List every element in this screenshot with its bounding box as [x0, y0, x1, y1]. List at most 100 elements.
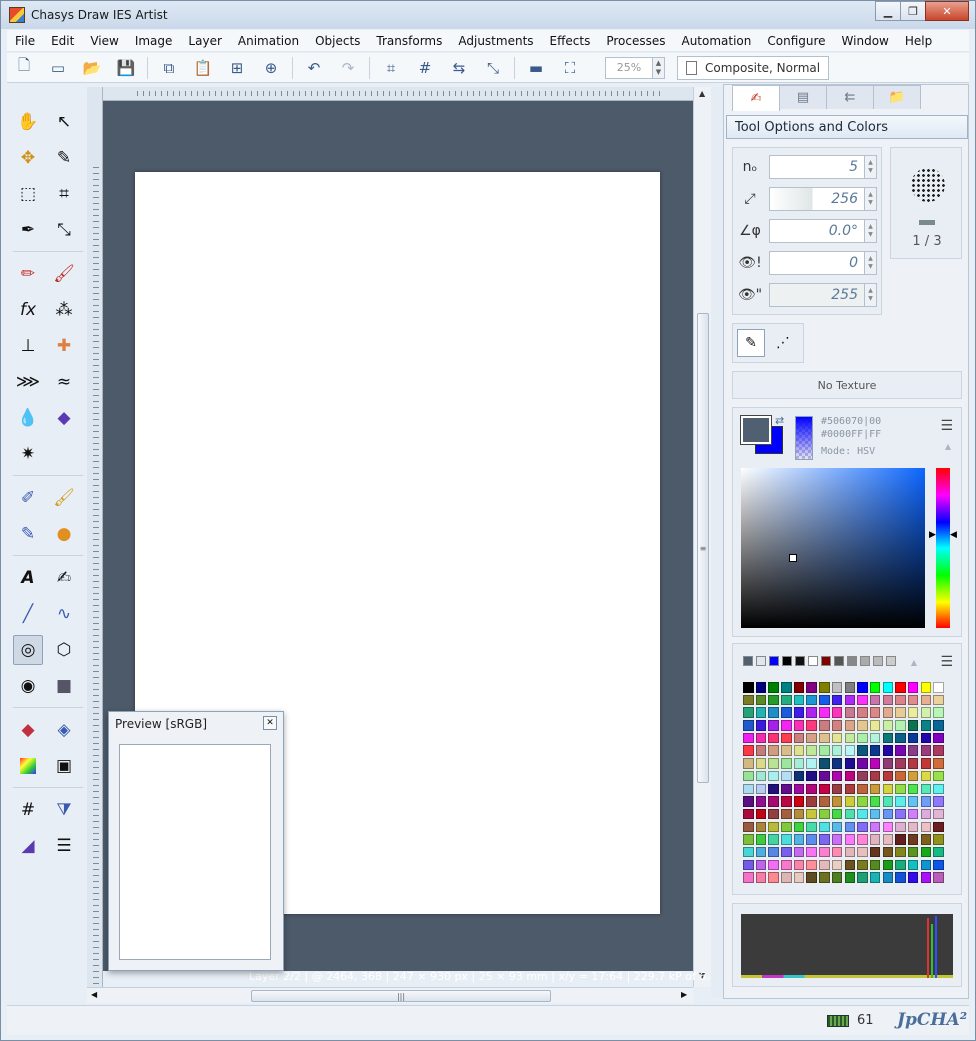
- primary-color-swatch[interactable]: [740, 415, 772, 445]
- palette-swatch[interactable]: [755, 682, 767, 693]
- palette-swatch[interactable]: [819, 720, 830, 731]
- palette-swatch[interactable]: [933, 859, 944, 871]
- palette-swatch[interactable]: [920, 808, 932, 820]
- palette-swatch[interactable]: [933, 682, 944, 693]
- palette-swatch[interactable]: [844, 745, 855, 756]
- palette-swatch[interactable]: [831, 682, 843, 693]
- palette-swatch[interactable]: [743, 808, 754, 820]
- palette-swatch[interactable]: [907, 694, 919, 706]
- zoom-spinner[interactable]: ▲ ▼: [653, 56, 665, 79]
- palette-swatch[interactable]: [920, 707, 932, 718]
- palette-swatch[interactable]: [781, 682, 792, 693]
- palette-swatch[interactable]: [933, 745, 944, 756]
- palette-swatch[interactable]: [755, 770, 767, 782]
- palette-swatch[interactable]: [806, 707, 817, 718]
- palette-swatch[interactable]: [869, 796, 881, 807]
- palette-swatch[interactable]: [793, 834, 805, 845]
- palette-swatch[interactable]: [743, 694, 754, 706]
- palette-swatch[interactable]: [819, 808, 830, 820]
- color-menu-icon[interactable]: ☰: [940, 418, 953, 434]
- palette-swatch[interactable]: [768, 859, 779, 871]
- palette-swatch[interactable]: [768, 872, 779, 883]
- palette-swatch[interactable]: [831, 707, 843, 718]
- scatter-tool-icon[interactable]: ⁂: [49, 295, 79, 325]
- palette-swatch[interactable]: [768, 694, 779, 706]
- curve-tool-icon[interactable]: ∿: [49, 599, 79, 629]
- horizontal-scroll-thumb[interactable]: |||: [251, 990, 551, 1002]
- palette-swatch[interactable]: [831, 720, 843, 731]
- palette-swatch[interactable]: [768, 770, 779, 782]
- drop-tool-icon[interactable]: 💧: [13, 403, 43, 433]
- pen-tool-icon[interactable]: ✎: [13, 519, 43, 549]
- palette-swatch[interactable]: [907, 821, 919, 833]
- palette-swatch[interactable]: [806, 796, 817, 807]
- palette-swatch[interactable]: [768, 758, 779, 769]
- tab-layers[interactable]: ▤: [779, 85, 827, 109]
- paste-new-image-icon[interactable]: ⊕: [260, 57, 282, 79]
- saturation-value-square[interactable]: [741, 468, 925, 628]
- menu-configure[interactable]: Configure: [759, 34, 833, 48]
- opacity-max-field[interactable]: 255: [769, 283, 865, 307]
- minimize-button[interactable]: ▁: [875, 1, 901, 21]
- palette-swatch[interactable]: [882, 846, 894, 858]
- palette-swatch[interactable]: [920, 732, 932, 744]
- perspective-tool-icon[interactable]: ⧩: [49, 795, 79, 825]
- new-document-icon[interactable]: 🗋: [13, 56, 35, 79]
- pencil-tool-icon[interactable]: ✏: [13, 259, 43, 289]
- palette-swatch[interactable]: [819, 732, 830, 744]
- palette-swatch[interactable]: [755, 808, 767, 820]
- palette-swatch[interactable]: [781, 846, 792, 858]
- menu-automation[interactable]: Automation: [673, 34, 759, 48]
- palette-swatch[interactable]: [743, 720, 754, 731]
- recent-color-swatch[interactable]: [873, 656, 883, 666]
- palette-swatch[interactable]: [781, 859, 792, 871]
- crop-tool-icon[interactable]: ⌗: [49, 179, 79, 209]
- hue-slider[interactable]: [936, 468, 950, 628]
- palette-swatch[interactable]: [844, 694, 855, 706]
- recent-color-swatch[interactable]: [756, 656, 766, 666]
- palette-swatch[interactable]: [819, 846, 830, 858]
- palette-swatch[interactable]: [907, 732, 919, 744]
- palette-swatch[interactable]: [793, 758, 805, 769]
- palette-swatch[interactable]: [844, 720, 855, 731]
- zoom-input[interactable]: 25%: [605, 56, 653, 79]
- palette-swatch[interactable]: [895, 758, 906, 769]
- palette-swatch[interactable]: [857, 834, 868, 845]
- vertical-scroll-thumb[interactable]: ≡: [697, 313, 709, 783]
- palette-swatch[interactable]: [768, 846, 779, 858]
- palette-swatch[interactable]: [844, 834, 855, 845]
- palette-swatch[interactable]: [755, 821, 767, 833]
- fit-width-icon[interactable]: ▬: [525, 57, 547, 79]
- palette-swatch[interactable]: [857, 720, 868, 731]
- palette-swatch[interactable]: [819, 783, 830, 794]
- palette-swatch[interactable]: [743, 783, 754, 794]
- palette-swatch[interactable]: [743, 846, 754, 858]
- effects-brush-icon[interactable]: fx: [13, 295, 43, 325]
- flip-icon[interactable]: ⇆: [448, 57, 470, 79]
- palette-swatch[interactable]: [831, 745, 843, 756]
- palette-swatch[interactable]: [768, 745, 779, 756]
- palette-swatch[interactable]: [831, 758, 843, 769]
- palette-swatch[interactable]: [895, 846, 906, 858]
- palette-swatch[interactable]: [920, 694, 932, 706]
- fill-tool-icon[interactable]: ◆: [13, 715, 43, 745]
- palette-swatch[interactable]: [907, 720, 919, 731]
- angle-spinner[interactable]: ▲ ▼: [865, 219, 877, 243]
- palette-swatch[interactable]: [768, 796, 779, 807]
- palette-swatch[interactable]: [781, 770, 792, 782]
- palette-swatch[interactable]: [920, 872, 932, 883]
- palette-swatch[interactable]: [793, 808, 805, 820]
- palette-swatch[interactable]: [907, 796, 919, 807]
- palette-swatch[interactable]: [844, 808, 855, 820]
- palette-swatch[interactable]: [743, 758, 754, 769]
- palette-swatch[interactable]: [882, 796, 894, 807]
- palette-swatch[interactable]: [882, 808, 894, 820]
- new-window-icon[interactable]: ▭: [47, 57, 69, 79]
- palette-swatch[interactable]: [895, 872, 906, 883]
- palette-swatch[interactable]: [819, 834, 830, 845]
- copy-icon[interactable]: ⧉: [158, 57, 180, 79]
- palette-swatch[interactable]: [907, 707, 919, 718]
- palette-swatch[interactable]: [933, 707, 944, 718]
- palette-swatch[interactable]: [882, 694, 894, 706]
- composite-mode-button[interactable]: Composite, Normal: [677, 55, 830, 80]
